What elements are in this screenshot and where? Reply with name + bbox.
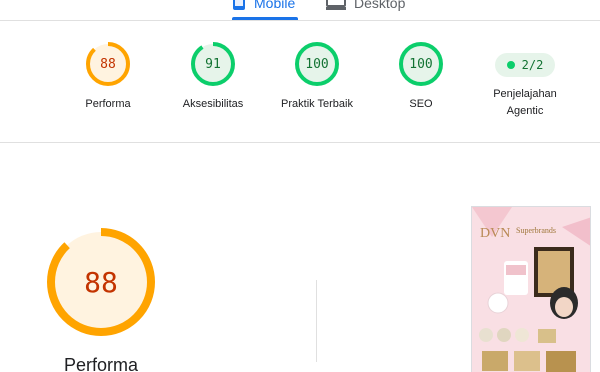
tab-mobile[interactable]: Mobile <box>232 0 295 16</box>
score-performance[interactable]: 88 Performa <box>53 42 163 113</box>
score-label: Aksesibilitas <box>182 98 244 110</box>
desktop-monitor-icon <box>326 0 346 14</box>
seo-gauge: 100 <box>399 42 443 86</box>
performance-large-value: 88 <box>84 265 118 299</box>
accessibility-gauge: 91 <box>191 42 235 86</box>
section-divider <box>0 142 600 143</box>
gauge-value: 88 <box>100 56 116 72</box>
performance-large-gauge: 88 <box>47 228 155 336</box>
tabs-divider <box>0 20 600 21</box>
pass-dot-icon <box>506 61 515 69</box>
agentic-value: 2/2 <box>521 58 544 72</box>
thumbnail-image: DVN Superbrands <box>472 207 590 372</box>
agentic-label-line2: Agentic <box>506 105 544 117</box>
performance-large-label: Performa <box>63 355 139 372</box>
performance-gauge: 88 <box>86 42 130 86</box>
vertical-divider <box>316 280 317 362</box>
score-label: SEO <box>409 98 433 110</box>
pagespeed-report: Mobile Desktop 88 Performa 91 Aksesibili… <box>0 0 600 372</box>
score-agentic-browsing[interactable]: 2/2 Penjelajahan Agentic <box>470 42 580 120</box>
agentic-label: Penjelajahan Agentic <box>493 86 557 120</box>
tab-mobile-label: Mobile <box>254 0 296 11</box>
score-label: Praktik Terbaik <box>281 98 353 110</box>
page-screenshot-thumbnail[interactable]: DVN Superbrands <box>471 206 591 372</box>
mobile-phone-icon <box>232 0 246 14</box>
score-label: Performa <box>85 98 131 110</box>
score-accessibility[interactable]: 91 Aksesibilitas <box>158 42 268 113</box>
gauge-value: 91 <box>205 56 221 72</box>
score-seo[interactable]: 100 SEO <box>366 42 476 113</box>
tab-desktop-label: Desktop <box>354 0 406 11</box>
agentic-badge: 2/2 <box>494 53 556 77</box>
thumb-award-text: Superbrands <box>516 226 556 235</box>
score-summary: 88 Performa 91 Aksesibilitas 100 Praktik… <box>0 42 600 134</box>
device-tabs: Mobile Desktop <box>0 0 600 22</box>
gauge-value: 100 <box>305 56 329 72</box>
gauge-value: 100 <box>409 56 433 72</box>
thumb-brand-text: DVN <box>480 226 510 241</box>
agentic-label-line1: Penjelajahan <box>493 88 557 100</box>
best-practices-gauge: 100 <box>295 42 339 86</box>
tab-desktop[interactable]: Desktop <box>326 0 405 16</box>
score-best-practices[interactable]: 100 Praktik Terbaik <box>262 42 372 113</box>
